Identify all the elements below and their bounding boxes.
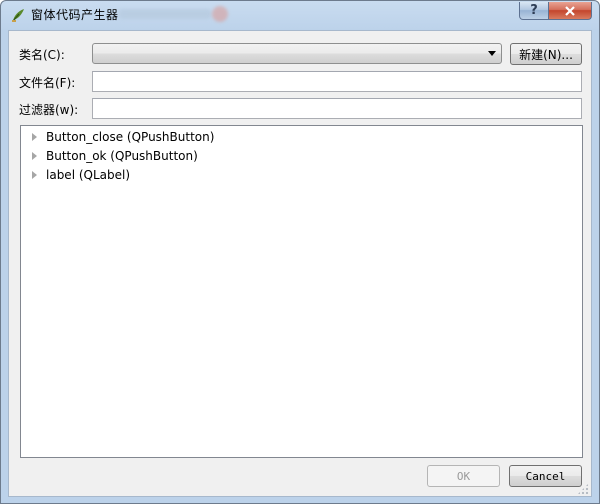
chevron-down-icon bbox=[488, 51, 496, 56]
cancel-button-label: Cancel bbox=[525, 469, 566, 483]
ok-button-label: OK bbox=[456, 469, 471, 483]
file-name-input[interactable] bbox=[92, 71, 582, 92]
class-name-combobox[interactable] bbox=[92, 43, 502, 64]
blurred-title-overlay bbox=[119, 9, 211, 19]
window-title: 窗体代码产生器 bbox=[31, 8, 119, 22]
widget-tree[interactable]: Button_close (QPushButton) Button_ok (QP… bbox=[20, 125, 583, 458]
filter-input[interactable] bbox=[92, 98, 582, 119]
expand-arrow-icon[interactable] bbox=[32, 170, 37, 179]
tree-item[interactable]: Button_close (QPushButton) bbox=[21, 127, 214, 146]
new-class-button[interactable]: 新建(N)... bbox=[510, 43, 582, 65]
question-mark-icon: ? bbox=[530, 3, 538, 18]
tree-item-label: Button_ok (QPushButton) bbox=[46, 148, 198, 163]
title-bar[interactable]: 窗体代码产生器 ? bbox=[1, 1, 599, 29]
ok-button[interactable]: OK bbox=[427, 465, 500, 487]
app-icon bbox=[10, 7, 26, 23]
tree-item[interactable]: label (QLabel) bbox=[21, 165, 130, 184]
close-button[interactable] bbox=[548, 2, 592, 20]
dialog-window: 窗体代码产生器 ? 类名(C): 新建(N)... 文件名(F): 过滤器(w)… bbox=[0, 0, 600, 504]
cancel-button[interactable]: Cancel bbox=[509, 465, 582, 487]
expand-arrow-icon[interactable] bbox=[32, 132, 37, 141]
tree-item[interactable]: Button_ok (QPushButton) bbox=[21, 146, 198, 165]
help-button[interactable]: ? bbox=[519, 2, 549, 20]
tree-item-label: label (QLabel) bbox=[46, 167, 131, 182]
blurred-icon-overlay bbox=[212, 6, 228, 22]
class-name-label: 类名(C): bbox=[19, 48, 65, 62]
tree-item-label: Button_close (QPushButton) bbox=[46, 129, 215, 144]
dialog-body: 类名(C): 新建(N)... 文件名(F): 过滤器(w): Button_c… bbox=[8, 30, 592, 497]
file-name-label: 文件名(F): bbox=[19, 76, 76, 90]
close-x-icon bbox=[565, 5, 575, 16]
new-class-button-label: 新建(N)... bbox=[519, 47, 573, 62]
expand-arrow-icon[interactable] bbox=[32, 151, 37, 160]
filter-label: 过滤器(w): bbox=[19, 103, 79, 117]
